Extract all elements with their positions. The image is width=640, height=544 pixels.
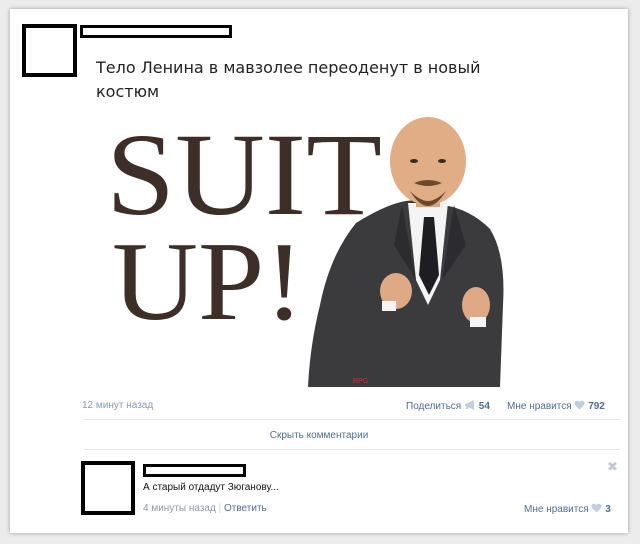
author-avatar[interactable] (22, 24, 77, 77)
like-control[interactable]: Мне нравится 792 (507, 400, 605, 413)
share-count: 54 (478, 401, 490, 413)
post-text: Тело Ленина в мавзолее переоденут в новы… (96, 58, 481, 101)
divider (84, 419, 620, 420)
comment-like-label[interactable]: Мне нравится (524, 504, 589, 515)
comment-meta: 4 минуты назад | Ответить (143, 503, 267, 514)
like-label[interactable]: Мне нравится (507, 401, 572, 412)
post-timestamp[interactable]: 12 минут назад (82, 400, 153, 411)
image-watermark: RPG (353, 378, 368, 385)
post-card: Тело Ленина в мавзолее переоденут в новы… (10, 9, 628, 533)
close-icon[interactable]: ✖ (607, 460, 618, 475)
comment-text: А старый отдадут Зюганову... (143, 482, 279, 493)
megaphone-icon[interactable] (464, 400, 476, 413)
meta-separator: | (218, 503, 222, 514)
author-name-redacted[interactable] (80, 25, 232, 38)
image-headline-up: UP! (112, 220, 304, 344)
share-control[interactable]: Поделиться 54 (406, 400, 490, 413)
heart-icon[interactable] (591, 503, 602, 516)
heart-icon[interactable] (574, 400, 585, 413)
like-count: 792 (588, 401, 605, 413)
commenter-name-redacted[interactable] (143, 464, 246, 477)
hide-comments-link[interactable]: Скрыть комментарии (10, 430, 628, 441)
share-label[interactable]: Поделиться (406, 401, 461, 412)
commenter-avatar[interactable] (81, 461, 135, 515)
comment-timestamp[interactable]: 4 минуты назад (143, 503, 216, 514)
divider (84, 449, 620, 450)
comment-like-count: 3 (605, 504, 611, 516)
reply-link[interactable]: Ответить (224, 503, 267, 514)
comment-like-control[interactable]: Мне нравится 3 (524, 503, 611, 516)
post-image[interactable]: SUIT UP! RPG (98, 105, 518, 387)
